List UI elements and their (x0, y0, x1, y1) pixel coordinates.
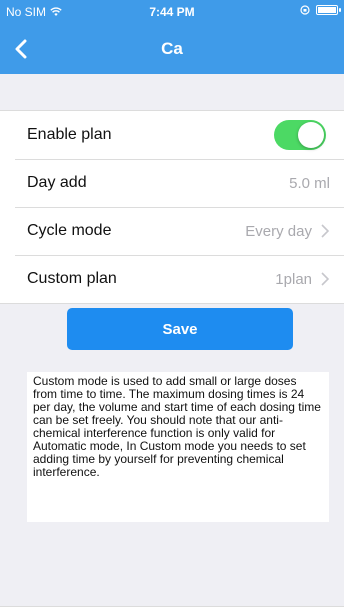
cycle-mode-label: Cycle mode (27, 222, 112, 239)
cycle-mode-value: Every day (245, 222, 312, 240)
cycle-mode-row[interactable]: Cycle mode Every day (0, 207, 344, 255)
enable-plan-toggle[interactable] (274, 120, 326, 150)
day-add-label: Day add (27, 174, 87, 191)
status-bar: No SIM 7:44 PM (0, 0, 344, 24)
custom-mode-note: Custom mode is used to add small or larg… (27, 372, 329, 522)
chevron-right-icon (321, 272, 330, 286)
enable-plan-row: Enable plan (0, 111, 344, 159)
status-time: 7:44 PM (149, 5, 195, 19)
custom-plan-value: 1plan (275, 270, 312, 288)
page-title: Ca (161, 39, 183, 58)
status-right (300, 5, 341, 15)
save-button[interactable]: Save (67, 308, 293, 350)
day-add-value: 5.0 ml (289, 174, 330, 192)
enable-plan-label: Enable plan (27, 126, 112, 143)
day-add-row[interactable]: Day add 5.0 ml (0, 159, 344, 207)
chevron-right-icon (321, 224, 330, 238)
toggle-knob (298, 122, 324, 148)
custom-plan-row[interactable]: Custom plan 1plan (0, 255, 344, 303)
battery-icon (316, 5, 341, 15)
orientation-lock-icon (300, 5, 310, 15)
custom-plan-label: Custom plan (27, 270, 117, 287)
settings-list: Enable plan Day add 5.0 ml Cycle mode Ev… (0, 110, 344, 304)
navigation-bar: Ca (0, 24, 344, 74)
